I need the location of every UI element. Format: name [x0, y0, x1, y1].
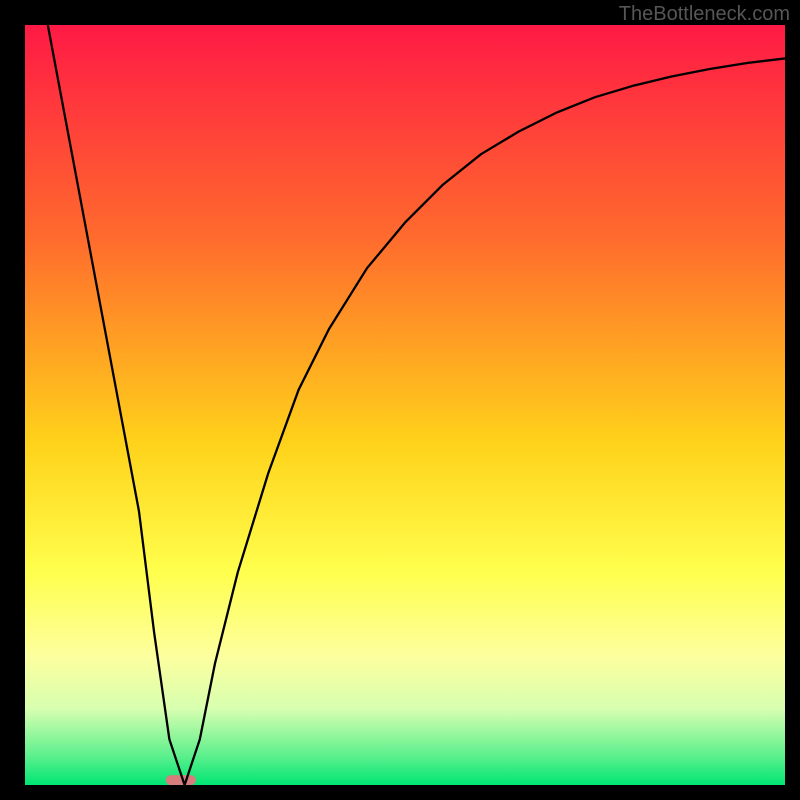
bottleneck-chart: TheBottleneck.com	[0, 0, 800, 800]
plot-background	[25, 25, 785, 785]
watermark-text: TheBottleneck.com	[619, 3, 790, 25]
